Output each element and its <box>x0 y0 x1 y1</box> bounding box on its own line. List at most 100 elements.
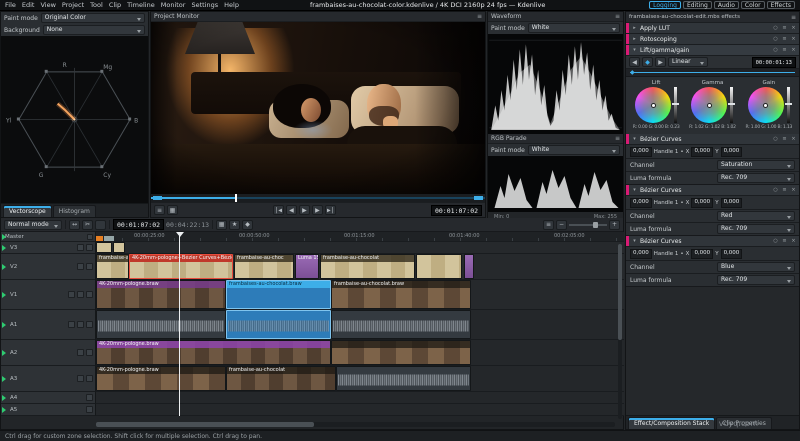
effect-enable-icon[interactable]: ○ <box>772 136 779 142</box>
timeline-menu-button[interactable]: ≡ <box>543 220 554 230</box>
skip-forward-button[interactable]: ▶| <box>325 205 336 215</box>
workspace-logging-button[interactable]: Logging <box>649 1 681 9</box>
track-lock-icon[interactable] <box>86 263 93 270</box>
menu-monitor[interactable]: Monitor <box>161 1 186 9</box>
track-lock-icon[interactable] <box>86 244 93 251</box>
zone-marker[interactable] <box>96 236 103 241</box>
monitor-zone-end[interactable] <box>474 196 483 200</box>
track-lock-icon[interactable] <box>77 321 84 328</box>
effect-row-rotoscoping[interactable]: ▸ Rotoscoping ○ ≡ × <box>626 34 799 45</box>
track-hide-icon[interactable] <box>77 263 84 270</box>
track-effects-icon[interactable] <box>86 291 93 298</box>
effect-row-bezier-saturation[interactable]: ▾ Bézier Curves ○ ≡ × <box>626 134 799 145</box>
workspace-audio-button[interactable]: Audio <box>714 1 739 9</box>
track-record-icon[interactable] <box>86 321 93 328</box>
track-hide-icon[interactable] <box>68 291 75 298</box>
timeline-clip[interactable]: 4K-20mm-pologne.braw <box>96 340 331 365</box>
effect-menu-icon[interactable]: ≡ <box>781 187 788 193</box>
zoom-in-button[interactable]: + <box>609 220 620 230</box>
menu-settings[interactable]: Settings <box>191 1 218 9</box>
timeline-clip[interactable]: 4K-20mm-pologne.braw <box>96 280 226 309</box>
frame-back-button[interactable]: ◀ <box>286 205 297 215</box>
menu-clip[interactable]: Clip <box>109 1 121 9</box>
track-lock-icon[interactable] <box>77 291 84 298</box>
menu-edit[interactable]: Edit <box>22 1 35 9</box>
parade-paint-select[interactable]: White <box>528 145 620 155</box>
timeline-clip[interactable]: 4K-20mm-pologne.braw <box>96 366 226 391</box>
effect-close-icon[interactable]: × <box>790 36 797 42</box>
luma-formula-select[interactable]: Rec. 709 <box>717 224 795 234</box>
effect-menu-icon[interactable]: ≡ <box>781 238 788 244</box>
snap-button[interactable]: ▦ <box>216 220 227 230</box>
keyframe-next-button[interactable]: ▶ <box>655 57 666 67</box>
effect-menu-icon[interactable]: ≡ <box>781 136 788 142</box>
razor-tool-button[interactable]: ✂ <box>82 220 93 230</box>
menu-tool[interactable]: Tool <box>90 1 103 9</box>
track-mute-icon[interactable] <box>68 321 75 328</box>
effect-close-icon[interactable]: × <box>790 187 797 193</box>
menu-file[interactable]: File <box>5 1 16 9</box>
timeline-clip[interactable]: frambaise-au-chocolat <box>226 366 336 391</box>
monitor-menu-button[interactable]: ≡ <box>154 205 165 215</box>
timeline-vscrollbar[interactable] <box>618 244 622 419</box>
track-mute-icon[interactable] <box>86 406 93 413</box>
zoom-out-button[interactable]: − <box>556 220 567 230</box>
menu-help[interactable]: Help <box>224 1 239 9</box>
effect-menu-icon[interactable]: ≡ <box>781 47 788 53</box>
guide-marker[interactable] <box>104 236 114 241</box>
keyframe-add-button[interactable]: ◆ <box>642 57 653 67</box>
keyframe-timecode[interactable]: 00:00:01:13 <box>752 57 796 68</box>
monitor-timecode[interactable]: 00:01:07:02 <box>431 205 482 216</box>
menu-project[interactable]: Project <box>62 1 84 9</box>
timeline-transition-clip[interactable]: Luma 15 <box>295 254 319 279</box>
skip-back-button[interactable]: |◀ <box>273 205 284 215</box>
add-marker-button[interactable]: ◆ <box>242 220 253 230</box>
timeline-clip[interactable]: frambaise-au-chocolat.braw <box>331 280 471 309</box>
handle-y-spinbox[interactable]: 0,000 <box>721 147 743 157</box>
edit-mode-select[interactable]: Normal mode <box>4 220 62 230</box>
effect-close-icon[interactable]: × <box>790 238 797 244</box>
timeline-clip-selected[interactable]: frambaises-au-chocolat.braw <box>226 280 331 309</box>
timeline-clip[interactable] <box>113 242 125 253</box>
effect-menu-icon[interactable]: ≡ <box>781 25 788 31</box>
rgb-parade-menu-icon[interactable]: ≡ <box>615 135 620 142</box>
favorite-effects-button[interactable]: ★ <box>229 220 240 230</box>
keyframe-ruler[interactable]: ◆ <box>626 69 799 77</box>
paint-mode-select[interactable]: Original Color <box>41 13 145 23</box>
handle-y-spinbox[interactable]: 0,000 <box>721 249 743 259</box>
timeline-timecode-current[interactable]: 00:01:07:02 <box>113 219 164 230</box>
effect-menu-icon[interactable]: ≡ <box>781 36 788 42</box>
luma-formula-select[interactable]: Rec. 709 <box>717 275 795 285</box>
effect-enable-icon[interactable]: ○ <box>772 36 779 42</box>
timeline-clip[interactable] <box>416 254 462 279</box>
timeline-clip-selected[interactable]: 4K-20mm-pologne+Bézier Curves+Bézier Cur… <box>129 254 233 279</box>
master-track-header[interactable]: Master <box>1 232 96 242</box>
timeline-clip[interactable]: frambaise-au-choc <box>234 254 294 279</box>
timeline-audio-clip[interactable] <box>96 310 226 339</box>
collapse-icon[interactable]: ▾ <box>631 187 638 193</box>
timeline-audio-clip[interactable] <box>331 310 471 339</box>
frame-forward-button[interactable]: ▶ <box>312 205 323 215</box>
effect-close-icon[interactable]: × <box>790 136 797 142</box>
collapse-icon[interactable]: ▾ <box>631 47 638 53</box>
monitor-menu-icon[interactable]: ≡ <box>477 13 482 20</box>
collapse-icon[interactable]: ▾ <box>631 136 638 142</box>
lift-color-wheel[interactable] <box>635 87 671 123</box>
effect-enable-icon[interactable]: ○ <box>772 25 779 31</box>
timeline-clip[interactable] <box>331 340 471 365</box>
channel-select[interactable]: Saturation <box>717 160 795 170</box>
expand-icon[interactable]: ▸ <box>631 25 638 31</box>
keyframe-diamond-icon[interactable]: ◆ <box>630 69 635 77</box>
track-lock-icon[interactable] <box>86 375 93 382</box>
tab-effect-composition-stack[interactable]: Effect/Composition Stack <box>628 417 715 429</box>
channel-select[interactable]: Red <box>717 211 795 221</box>
effect-row-bezier-blue[interactable]: ▾ Bézier Curves ○ ≡ × <box>626 236 799 247</box>
monitor-grid-button[interactable]: ▦ <box>167 205 178 215</box>
handle-x-spinbox[interactable]: 0,000 <box>691 249 713 259</box>
workspace-editing-button[interactable]: Editing <box>683 1 712 9</box>
effect-row-lift-gamma-gain[interactable]: ▾ Lift/gamma/gain ○ ≡ × <box>626 45 799 56</box>
tab-histogram[interactable]: Histogram <box>53 205 96 217</box>
handle-x-spinbox[interactable]: 0,000 <box>691 198 713 208</box>
track-mute-icon[interactable] <box>77 375 84 382</box>
timeline-clip[interactable]: frambaise-au-chocolat <box>320 254 415 279</box>
